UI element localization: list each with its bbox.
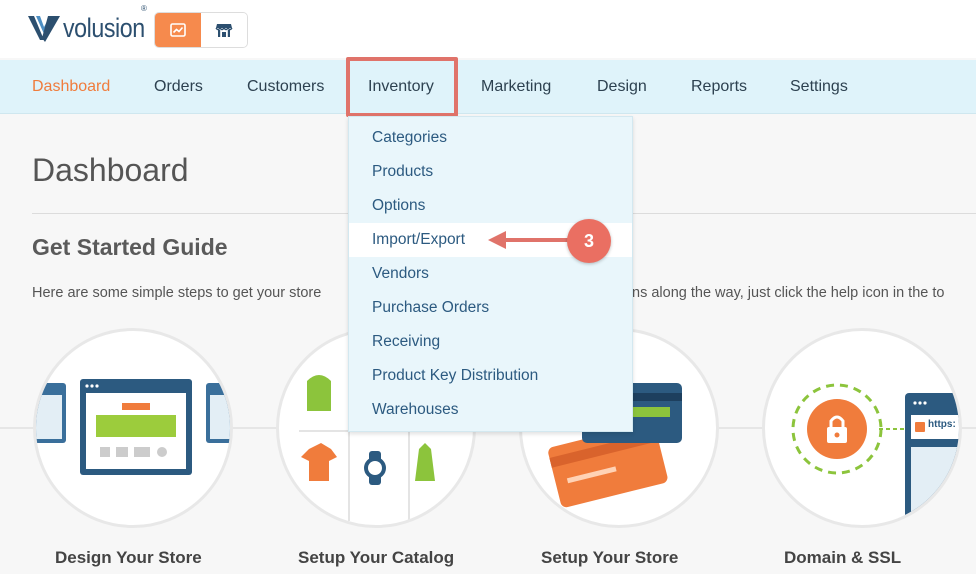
step-label-design-store: Design Your Store [55, 548, 202, 567]
menu-item-warehouses[interactable]: Warehouses [349, 393, 632, 427]
brand-name: volusion [63, 12, 145, 43]
nav-orders[interactable]: Orders [154, 60, 203, 114]
main-nav: Dashboard Orders Customers Inventory Mar… [0, 60, 976, 114]
nav-dashboard[interactable]: Dashboard [32, 60, 110, 114]
storefront-icon [215, 24, 233, 37]
nav-design[interactable]: Design [597, 60, 647, 114]
callout-arrow-icon [488, 231, 576, 249]
step-label-setup-catalog: Setup Your Catalog [298, 548, 455, 567]
step-label-setup-store: Setup Your Store [541, 548, 679, 567]
step-design-store[interactable] [33, 328, 233, 528]
volusion-v-icon [28, 16, 60, 42]
menu-item-products[interactable]: Products [349, 155, 632, 189]
nav-customers[interactable]: Customers [247, 60, 324, 114]
menu-item-purchase-orders[interactable]: Purchase Orders [349, 291, 632, 325]
step-label-domain-ssl: Domain & SSL [784, 548, 902, 567]
page-title: Dashboard [32, 152, 189, 188]
top-bar: volusion ® [0, 0, 976, 58]
menu-item-categories[interactable]: Categories [349, 121, 632, 155]
nav-settings[interactable]: Settings [790, 60, 848, 114]
mode-switch [154, 12, 248, 48]
guide-title: Get Started Guide [32, 234, 228, 260]
menu-item-product-key-distribution[interactable]: Product Key Distribution [349, 359, 632, 393]
step-number-badge: 3 [567, 219, 611, 263]
guide-description-continued: ns along the way, just click the help ic… [632, 285, 945, 301]
storefront-mode-button[interactable] [201, 13, 247, 47]
https-label: https: [928, 419, 956, 430]
store-design-illustration [36, 379, 230, 475]
menu-item-options[interactable]: Options [349, 189, 632, 223]
dashboard-mode-button[interactable] [155, 13, 201, 47]
nav-reports[interactable]: Reports [691, 60, 747, 114]
volusion-logo[interactable]: volusion [26, 12, 158, 44]
chart-icon [170, 23, 186, 37]
inventory-dropdown-menu: Categories Products Options Import/Expor… [348, 116, 633, 432]
guide-description: Here are some simple steps to get your s… [32, 285, 322, 301]
menu-item-receiving[interactable]: Receiving [349, 325, 632, 359]
nav-inventory[interactable]: Inventory [368, 60, 434, 114]
nav-marketing[interactable]: Marketing [481, 60, 551, 114]
trademark-symbol: ® [141, 4, 147, 13]
